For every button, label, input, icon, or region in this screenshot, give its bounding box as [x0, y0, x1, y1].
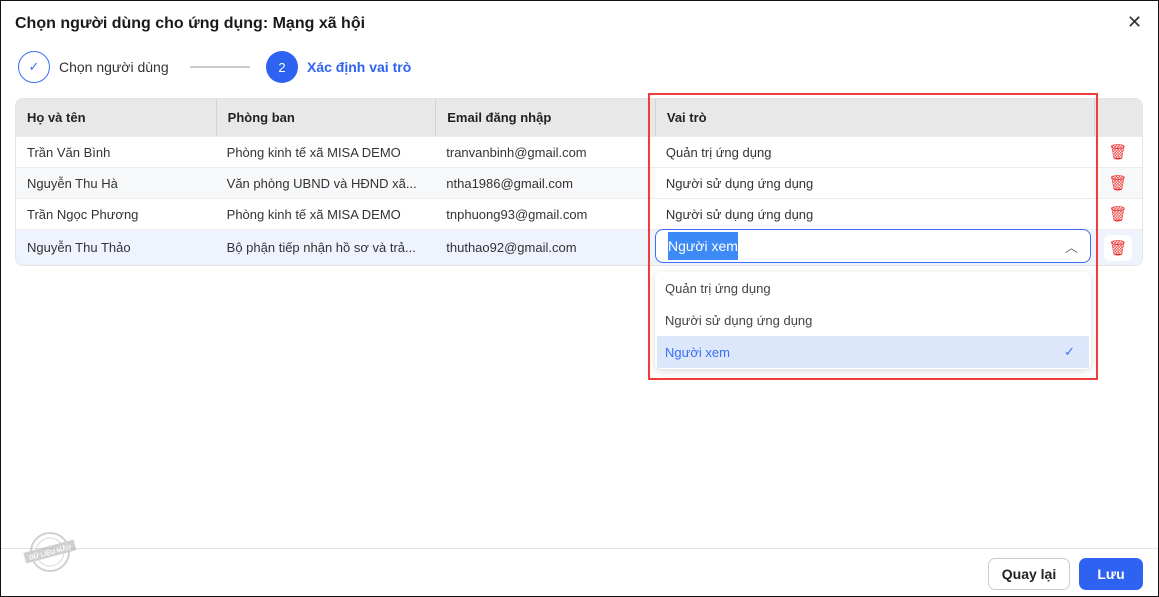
header-name: Họ và tên: [27, 110, 86, 125]
cell-name: Nguyễn Thu Thảo: [27, 240, 131, 255]
header-email: Email đăng nhập: [435, 99, 655, 136]
cell-email: tranvanbinh@gmail.com: [446, 144, 587, 160]
cell-dept: Phòng kinh tế xã MISA DEMO: [226, 206, 401, 222]
cell-name: Trần Ngọc Phương: [27, 206, 139, 222]
step-number: 2: [266, 51, 298, 83]
step-define-roles[interactable]: 2 Xác định vai trò: [266, 51, 411, 83]
dialog-title: Chọn người dùng cho ứng dụng: Mạng xã hộ…: [15, 15, 366, 32]
cell-dept: Văn phòng UBND và HĐND xã...: [226, 175, 417, 191]
cell-name: Trần Văn Bình: [27, 144, 111, 160]
header-dept: Phòng ban: [215, 99, 436, 136]
cell-dept: Bộ phận tiếp nhận hồ sơ và trả...: [226, 240, 416, 255]
step-choose-users[interactable]: ✓ Chọn người dùng: [18, 51, 169, 83]
trash-icon[interactable]: 🗑: [1109, 143, 1128, 161]
cell-name: Nguyễn Thu Hà: [27, 175, 118, 191]
cell-email: thuthao92@gmail.com: [446, 240, 577, 255]
step-label: Xác định vai trò: [307, 59, 412, 75]
trash-icon[interactable]: 🗑: [1109, 174, 1128, 192]
footer-divider: [1, 548, 1158, 549]
trash-icon[interactable]: 🗑: [1109, 205, 1128, 223]
trash-icon[interactable]: 🗑: [1109, 239, 1128, 257]
cell-dept: Phòng kinh tế xã MISA DEMO: [226, 144, 401, 160]
sample-data-watermark: DỮ LIỆU MẪU: [23, 532, 77, 572]
save-button[interactable]: Lưu: [1079, 558, 1143, 590]
cell-email: ntha1986@gmail.com: [446, 175, 573, 191]
step-label: Chọn người dùng: [59, 59, 169, 75]
back-button[interactable]: Quay lại: [988, 558, 1070, 590]
highlight-box: [648, 93, 1098, 380]
step-connector: [190, 66, 250, 68]
cell-email: tnphuong93@gmail.com: [446, 206, 588, 222]
check-icon: ✓: [18, 51, 50, 83]
close-icon[interactable]: ✕: [1127, 12, 1142, 33]
